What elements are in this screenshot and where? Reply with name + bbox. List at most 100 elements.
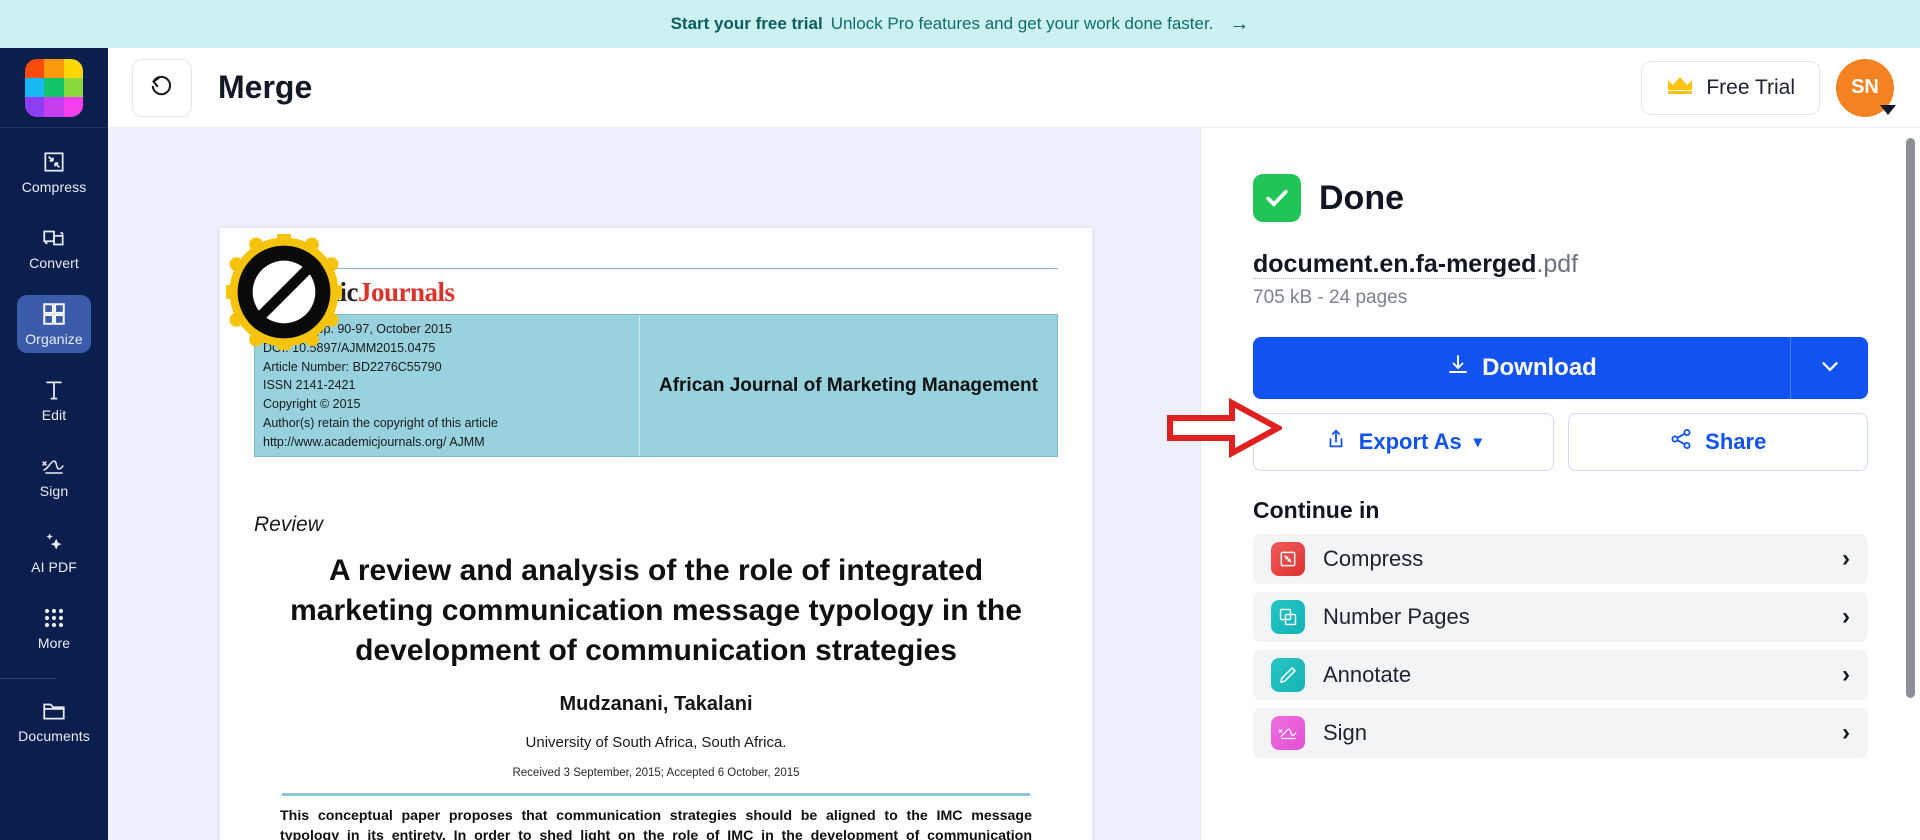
file-name: document.en.fa-merged [1253, 250, 1537, 279]
crown-icon [1666, 74, 1694, 102]
article-abstract: This conceptual paper proposes that comm… [280, 807, 1032, 840]
convert-icon [41, 225, 67, 251]
sidebar-item-edit[interactable]: Edit [0, 362, 108, 438]
masthead-rule [254, 268, 1058, 269]
journal-name: African Journal of Marketing Management [658, 374, 1038, 396]
masthead-line: ISSN 2141-2421 [263, 378, 356, 393]
download-icon [1446, 353, 1470, 384]
share-up-icon [1325, 427, 1347, 457]
continue-item-number-pages[interactable]: Number Pages › [1253, 592, 1868, 642]
sidebar-item-label: Sign [39, 483, 69, 499]
promo-banner[interactable]: Start your free trial Unlock Pro feature… [0, 0, 1920, 48]
share-label: Share [1705, 429, 1767, 454]
continue-item-annotate[interactable]: Annotate › [1253, 650, 1868, 700]
journal-logo-part2: Journals [357, 277, 455, 307]
file-extension: .pdf [1536, 250, 1579, 278]
file-name-row: document.en.fa-merged.pdf [1253, 250, 1868, 279]
promo-banner-headline: Start your free trial [670, 14, 823, 33]
continue-in-list: Compress › Number Pages › Annotate › Sig… [1253, 534, 1868, 758]
journal-masthead-band: Vol. 7(8), pp. 90-97, October 2015 DOI: … [254, 314, 1058, 458]
sidebar-item-sign[interactable]: Sign [0, 438, 108, 514]
app-logo-icon [25, 58, 83, 117]
back-button[interactable] [132, 58, 192, 117]
continue-item-label: Annotate [1323, 662, 1412, 687]
sidebar-item-compress[interactable]: Compress [0, 134, 108, 210]
continue-item-label: Compress [1323, 546, 1424, 571]
chevron-right-icon: › [1842, 545, 1850, 572]
account-menu[interactable]: SN [1836, 58, 1896, 117]
sidebar-item-documents[interactable]: Documents [0, 683, 108, 759]
masthead-line: http://www.academicjournals.org/ AJMM [263, 434, 485, 449]
compress-icon [1271, 542, 1305, 576]
sidebar-item-more[interactable]: More [0, 590, 108, 666]
sidebar-items: Compress Convert Organize Edit Sign AI P… [0, 128, 108, 759]
masthead-line: Copyright © 2015 [263, 397, 361, 411]
sidebar-item-label: More [37, 635, 71, 651]
status-label: Done [1319, 178, 1404, 217]
promo-banner-subtext: Unlock Pro features and get your work do… [830, 14, 1214, 33]
pencil-icon [1271, 658, 1305, 692]
article-author: Mudzanani, Takalani [559, 692, 753, 715]
free-trial-label: Free Trial [1706, 75, 1795, 99]
download-button[interactable]: Download [1253, 337, 1790, 399]
pdf-page-1[interactable]: academicJournals Vol. 7(8), pp. 90-97, O… [220, 228, 1092, 840]
article-title: A review and analysis of the role of int… [290, 554, 1022, 668]
sidebar-divider [0, 678, 56, 679]
continue-item-compress[interactable]: Compress › [1253, 534, 1868, 584]
sidebar-item-label: Convert [29, 255, 79, 271]
caret-down-icon: ▾ [1473, 434, 1482, 451]
sidebar-item-label: Edit [41, 407, 67, 423]
caret-down-icon [1880, 104, 1896, 115]
sidebar-logo[interactable] [0, 48, 108, 128]
secondary-actions: Export As ▾ Share [1253, 413, 1868, 471]
download-label: Download [1482, 354, 1597, 381]
red-pointer-arrow [1166, 397, 1285, 459]
sidebar-item-label: Organize [25, 331, 83, 347]
free-trial-button[interactable]: Free Trial [1641, 60, 1820, 115]
continue-item-sign[interactable]: Sign › [1253, 708, 1868, 758]
sidebar-item-label: Documents [18, 728, 90, 744]
share-button[interactable]: Share [1567, 413, 1868, 471]
grid-dots-icon [42, 605, 66, 631]
check-icon [1253, 174, 1301, 222]
journal-logo: academicJournals [254, 277, 1058, 308]
header-actions: Free Trial SN [1641, 58, 1920, 117]
document-preview-area[interactable]: academicJournals Vol. 7(8), pp. 90-97, O… [108, 128, 1200, 840]
page-scrollbar[interactable] [1906, 138, 1915, 698]
sidebar: Compress Convert Organize Edit Sign AI P… [0, 48, 108, 840]
export-as-button[interactable]: Export As ▾ [1253, 413, 1554, 471]
file-meta: 705 kB - 24 pages [1253, 287, 1408, 308]
undo-icon [149, 72, 175, 103]
sidebar-item-ai-pdf[interactable]: AI PDF [0, 514, 108, 590]
signature-icon [1271, 716, 1305, 750]
masthead-line: Author(s) retain the copyright of this a… [263, 415, 498, 430]
chevron-right-icon: › [1842, 719, 1850, 746]
chevron-right-icon: › [1842, 603, 1850, 630]
share-nodes-icon [1669, 427, 1693, 457]
journal-name-cell: African Journal of Marketing Management [640, 315, 1057, 456]
download-options-button[interactable] [1790, 337, 1868, 399]
page-title: Merge [218, 69, 313, 105]
edit-text-icon [41, 377, 67, 403]
sparkle-icon [41, 529, 67, 555]
article-section-label: Review [254, 513, 323, 537]
top-header: Merge Free Trial SN [108, 48, 1920, 128]
status-row: Done [1253, 174, 1868, 222]
sidebar-item-label: AI PDF [31, 559, 77, 575]
result-panel: Done document.en.fa-merged.pdf 705 kB - … [1200, 128, 1920, 840]
continue-in-heading: Continue in [1253, 497, 1380, 523]
download-button-group: Download [1253, 337, 1868, 399]
sidebar-item-organize[interactable]: Organize [0, 286, 108, 362]
number-pages-icon [1271, 600, 1305, 634]
article-dates: Received 3 September, 2015; Accepted 6 O… [512, 766, 800, 779]
signature-icon [40, 453, 68, 479]
export-as-label: Export As [1358, 429, 1462, 454]
continue-item-label: Number Pages [1323, 604, 1470, 629]
continue-item-label: Sign [1323, 720, 1368, 745]
sidebar-item-convert[interactable]: Convert [0, 210, 108, 286]
organize-icon [41, 301, 67, 327]
abstract-rule [282, 792, 1030, 796]
watermark-stamp-left [221, 229, 347, 355]
folder-icon [41, 698, 67, 724]
app-root: Start your free trial Unlock Pro feature… [0, 0, 1920, 840]
